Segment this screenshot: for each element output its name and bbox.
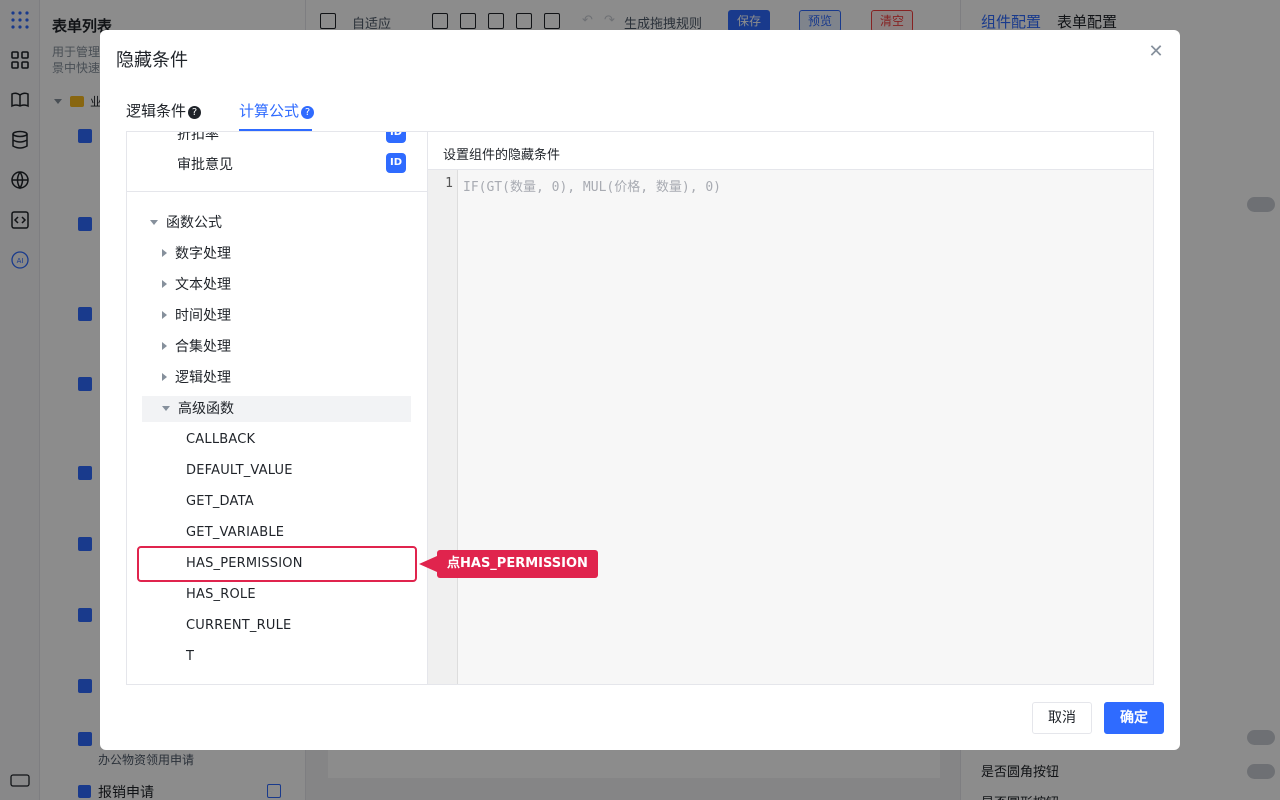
tree-node-function-root[interactable]: 函数公式	[150, 210, 222, 236]
editor-placeholder: IF(GT(数量, 0), MUL(价格, 数量), 0)	[463, 180, 722, 195]
tree-node-text[interactable]: 文本处理	[162, 272, 231, 298]
editor-header-label: 设置组件的隐藏条件	[443, 148, 561, 163]
help-icon: ?	[301, 106, 315, 119]
chevron-down-icon	[162, 406, 170, 411]
tree-node-time[interactable]: 时间处理	[162, 303, 231, 329]
tree-node-collection[interactable]: 合集处理	[162, 334, 231, 360]
hide-condition-dialog: 隐藏条件 ✕ 逻辑条件? 计算公式? 折扣率 ID 审批意见 ID 函数公式 数…	[100, 30, 1180, 750]
function-has-role[interactable]: HAS_ROLE	[186, 582, 256, 608]
tree-node-number[interactable]: 数字处理	[162, 241, 231, 267]
field-item[interactable]: 折扣率 ID	[127, 131, 427, 148]
field-item[interactable]: 审批意见 ID	[127, 148, 427, 178]
tree-node-logic[interactable]: 逻辑处理	[162, 365, 231, 391]
function-t[interactable]: T	[186, 644, 194, 670]
cancel-button[interactable]: 取消	[1032, 702, 1092, 734]
chevron-right-icon	[162, 342, 167, 350]
formula-tree-panel: 折扣率 ID 审批意见 ID 函数公式 数字处理 文本处理 时间处理 合集处理 …	[126, 131, 427, 685]
function-get-variable[interactable]: GET_VARIABLE	[186, 520, 284, 546]
line-number: 1	[445, 176, 453, 191]
confirm-button[interactable]: 确定	[1104, 702, 1164, 734]
editor-header: 设置组件的隐藏条件	[428, 132, 1153, 170]
chevron-down-icon	[150, 220, 158, 225]
highlight-box	[137, 546, 417, 582]
chevron-right-icon	[162, 311, 167, 319]
field-label: 审批意见	[177, 157, 233, 173]
formula-editor-panel: 设置组件的隐藏条件 1 IF(GT(数量, 0), MUL(价格, 数量), 0…	[427, 131, 1154, 685]
close-icon[interactable]: ✕	[1148, 43, 1164, 61]
tree-node-advanced[interactable]: 高级函数	[142, 396, 411, 422]
tab-logic-condition[interactable]: 逻辑条件?	[126, 100, 202, 132]
callout-arrow-icon	[419, 556, 437, 572]
field-label: 折扣率	[177, 131, 219, 143]
function-callback[interactable]: CALLBACK	[186, 427, 255, 453]
divider	[127, 191, 427, 192]
dialog-title: 隐藏条件	[116, 50, 188, 71]
callout-label: 点HAS_PERMISSION	[437, 550, 598, 578]
formula-code-editor[interactable]: IF(GT(数量, 0), MUL(价格, 数量), 0)	[458, 170, 1153, 684]
function-current-rule[interactable]: CURRENT_RULE	[186, 613, 291, 639]
chevron-right-icon	[162, 249, 167, 257]
help-icon: ?	[188, 106, 202, 119]
function-get-data[interactable]: GET_DATA	[186, 489, 254, 515]
id-badge: ID	[386, 132, 406, 143]
chevron-right-icon	[162, 280, 167, 288]
function-default-value[interactable]: DEFAULT_VALUE	[186, 458, 293, 484]
line-gutter: 1	[428, 170, 458, 684]
chevron-right-icon	[162, 373, 167, 381]
tab-formula[interactable]: 计算公式?	[239, 100, 315, 132]
id-badge: ID	[386, 153, 406, 173]
